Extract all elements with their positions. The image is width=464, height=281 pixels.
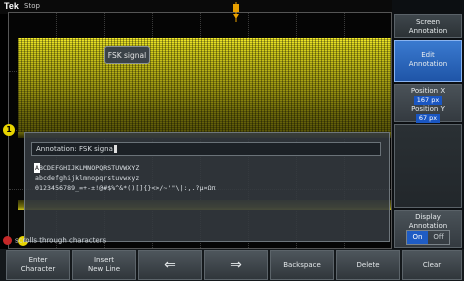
scroll-hint: scrolls through characters <box>3 236 106 245</box>
position-x-value: 167 px <box>413 96 443 105</box>
side-menu-spacer <box>394 124 462 208</box>
charset-row-symbols[interactable]: 0123456789_=+-±!@#$%^&*()[]{}<>/~'"\|:,.… <box>35 184 375 192</box>
side-menu: Screen Annotation Edit Annotation Positi… <box>392 0 464 249</box>
annotation-field-value: FSK signa <box>78 145 113 153</box>
position-button[interactable]: Position X 167 px Position Y 67 px <box>394 84 462 123</box>
side-menu-title-line2: Annotation <box>408 27 448 35</box>
multipurpose-knob-icon <box>3 236 12 245</box>
insert-new-line-line1: Insert <box>93 256 115 264</box>
scroll-hint-text: scrolls through characters <box>15 236 107 245</box>
annotation-dialog: Annotation: FSK signa ABCDEFGHIJKLMNOPQR… <box>24 132 390 242</box>
position-y-value: 67 px <box>415 114 441 123</box>
text-caret <box>113 145 117 153</box>
enter-character-line2: Character <box>20 265 56 273</box>
edit-annotation-line1: Edit <box>421 51 435 59</box>
delete-button[interactable]: Delete <box>336 250 400 280</box>
waveform-trace <box>18 38 391 132</box>
position-y-label: Position Y <box>411 105 445 113</box>
side-menu-title-line1: Screen <box>415 18 441 26</box>
arrow-left-icon: ⇐ <box>164 256 176 273</box>
screen-annotation-label[interactable]: FSK signal <box>104 46 150 64</box>
move-left-button[interactable]: ⇐ <box>138 250 202 280</box>
insert-new-line-button[interactable]: Insert New Line <box>72 250 136 280</box>
channel1-marker[interactable]: 1 <box>3 124 15 136</box>
annotation-text-field[interactable]: Annotation: FSK signa <box>31 142 381 156</box>
charset-row-lowercase[interactable]: abcdefghijklmnopqrstuvwxyz <box>35 174 375 182</box>
backspace-button[interactable]: Backspace <box>270 250 334 280</box>
enter-character-line1: Enter <box>28 256 48 264</box>
insert-new-line-line2: New Line <box>87 265 121 273</box>
run-state: Stop <box>24 2 40 10</box>
move-right-button[interactable]: ⇒ <box>204 250 268 280</box>
enter-character-button[interactable]: Enter Character <box>6 250 70 280</box>
edit-annotation-line2: Annotation <box>408 60 448 68</box>
position-x-label: Position X <box>410 87 446 95</box>
brand-logo: Tek <box>4 1 19 11</box>
charset-row-uppercase[interactable]: ABCDEFGHIJKLMNOPQRSTUVWXYZ <box>33 163 375 173</box>
annotation-field-prefix: Annotation: <box>36 145 77 153</box>
side-menu-title: Screen Annotation <box>394 14 462 38</box>
arrow-right-icon: ⇒ <box>230 256 242 273</box>
edit-annotation-button[interactable]: Edit Annotation <box>394 40 462 82</box>
toggle-on[interactable]: On <box>407 231 428 244</box>
charset-row-uppercase-rest: BCDEFGHIJKLMNOPQRSTUVWXYZ <box>39 164 140 172</box>
display-annotation-toggle[interactable]: On Off <box>406 230 450 245</box>
toggle-off[interactable]: Off <box>428 231 449 244</box>
clear-button[interactable]: Clear <box>402 250 462 280</box>
trigger-position-icon[interactable] <box>232 2 240 22</box>
display-annotation-line1: Display <box>415 213 441 221</box>
